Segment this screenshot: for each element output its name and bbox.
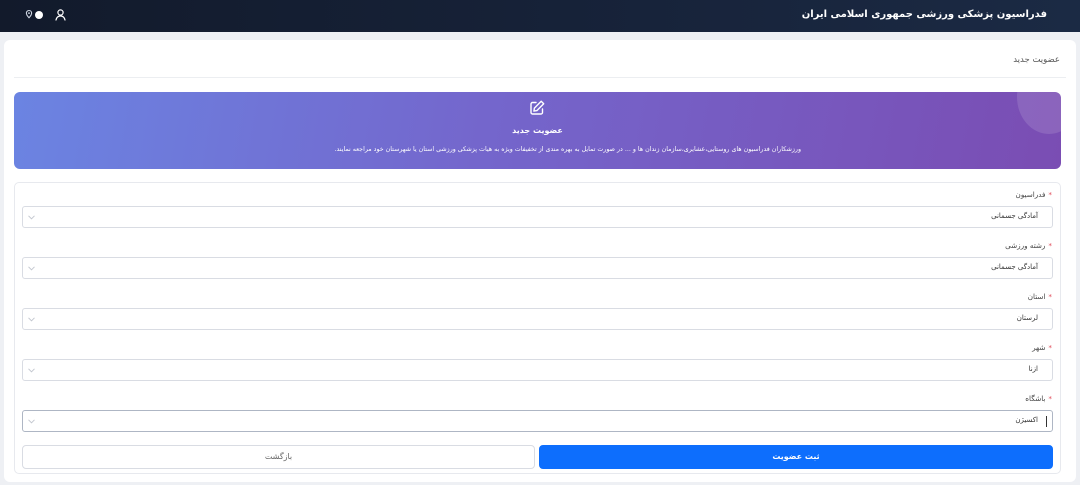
chevron-down-icon bbox=[28, 317, 35, 322]
city-value: ازنا bbox=[1028, 365, 1038, 373]
city-label: *شهر bbox=[1032, 343, 1052, 352]
sport-field-select[interactable]: آمادگی جسمانی bbox=[22, 257, 1053, 279]
city-select[interactable]: ازنا bbox=[22, 359, 1053, 381]
divider bbox=[14, 77, 1066, 78]
club-label: *باشگاه bbox=[1025, 394, 1052, 403]
brand-title: فدراسیون پزشکی ورزشی جمهوری اسلامی ایران bbox=[801, 9, 1047, 20]
edit-icon bbox=[527, 98, 547, 118]
page-title: عضویت جدید bbox=[1013, 55, 1060, 65]
text-cursor bbox=[1046, 416, 1047, 427]
user-icon[interactable] bbox=[53, 7, 71, 25]
theme-toggle-icon[interactable] bbox=[31, 7, 49, 25]
main-content: عضویت جدید عضویت جدید ورزشکاران فدراسیون… bbox=[4, 40, 1076, 482]
required-mark: * bbox=[1048, 394, 1052, 403]
submit-membership-button[interactable]: ثبت عضویت bbox=[539, 445, 1053, 469]
club-value: اکسیژن bbox=[1015, 416, 1038, 424]
chevron-down-icon bbox=[28, 368, 35, 373]
back-button[interactable]: بازگشت bbox=[22, 445, 535, 469]
federation-label-text: فدراسیون bbox=[1015, 190, 1046, 199]
banner-title: عضویت جدید bbox=[512, 126, 563, 135]
federation-select[interactable]: آمادگی جسمانی bbox=[22, 206, 1053, 228]
required-mark: * bbox=[1048, 190, 1052, 199]
club-select[interactable]: اکسیژن bbox=[22, 410, 1053, 432]
sport-field-value: آمادگی جسمانی bbox=[991, 263, 1038, 271]
province-label-text: استان bbox=[1027, 292, 1046, 301]
required-mark: * bbox=[1048, 343, 1052, 352]
info-banner: عضویت جدید ورزشکاران فدراسیون های روستای… bbox=[14, 92, 1061, 169]
chevron-down-icon bbox=[28, 266, 35, 271]
club-label-text: باشگاه bbox=[1025, 394, 1046, 403]
required-mark: * bbox=[1048, 292, 1052, 301]
province-label: *استان bbox=[1028, 292, 1052, 301]
chevron-down-icon bbox=[28, 215, 35, 220]
federation-label: *فدراسیون bbox=[1016, 190, 1052, 199]
top-navbar: فدراسیون پزشکی ورزشی جمهوری اسلامی ایران bbox=[0, 0, 1080, 32]
sport-field-label: *رشته ورزشی bbox=[1005, 241, 1052, 250]
federation-value: آمادگی جسمانی bbox=[991, 212, 1038, 220]
membership-form: *فدراسیون آمادگی جسمانی *رشته ورزشی آماد… bbox=[14, 182, 1061, 474]
sport-field-label-text: رشته ورزشی bbox=[1005, 241, 1046, 250]
province-value: لرستان bbox=[1016, 314, 1038, 322]
chevron-down-icon bbox=[28, 419, 35, 424]
required-mark: * bbox=[1048, 241, 1052, 250]
city-label-text: شهر bbox=[1032, 343, 1046, 352]
banner-description: ورزشکاران فدراسیون های روستایی،عشایری،سا… bbox=[334, 146, 802, 153]
province-select[interactable]: لرستان bbox=[22, 308, 1053, 330]
